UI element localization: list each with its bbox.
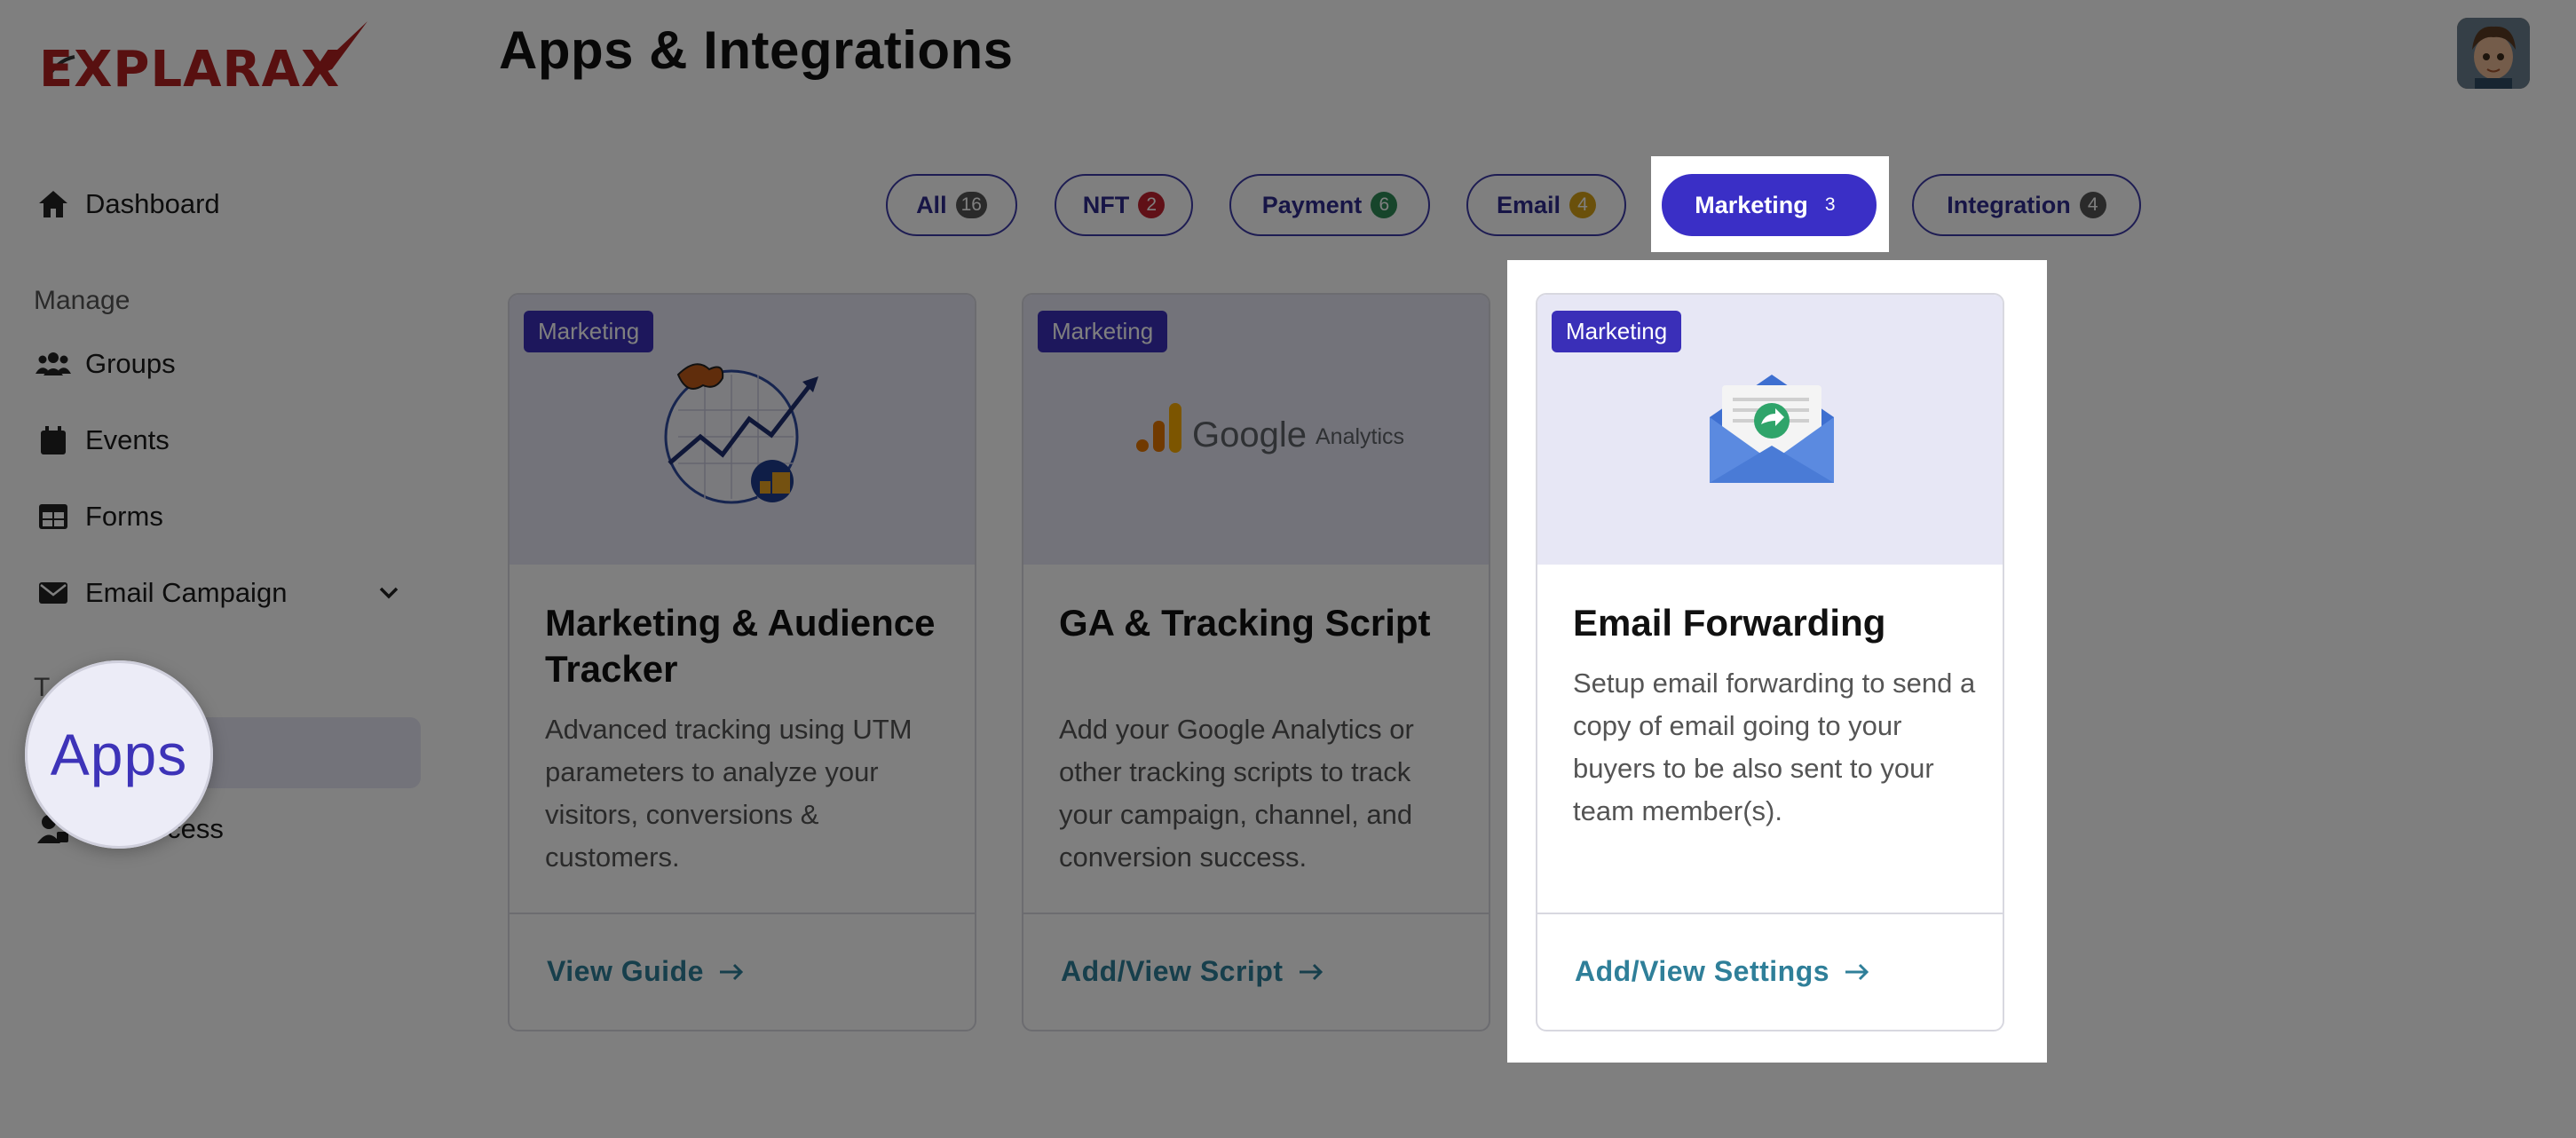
calendar-icon [36,423,71,458]
home-icon [36,186,71,222]
sidebar-item-groups[interactable]: Groups [36,339,176,389]
category-tag: Marketing [1038,311,1168,352]
filter-count-badge: 2 [1138,192,1166,218]
card-title: Marketing & Audience Tracker [545,602,936,690]
view-guide-link[interactable]: View Guide [547,955,745,988]
category-tag: Marketing [1552,311,1682,352]
filter-email[interactable]: Email 4 [1466,174,1626,236]
avatar-image [2457,18,2530,89]
sidebar-item-label: Forms [85,501,163,532]
filter-count-badge: 4 [2079,192,2106,218]
add-view-script-link[interactable]: Add/View Script [1061,955,1324,988]
sidebar-section-manage: Manage [34,286,130,315]
filter-count-badge: 4 [1569,192,1597,218]
filter-all[interactable]: All 16 [886,174,1017,236]
filter-label: Integration [1947,191,2071,218]
sidebar-item-label: Email Campaign [85,577,288,608]
sidebar-item-label: Groups [85,348,176,379]
users-icon [36,346,71,382]
page-title: Apps & Integrations [499,20,1014,80]
filter-label: Payment [1261,191,1363,218]
card-description: Advanced tracking using UTM parameters t… [545,714,913,873]
card-divider [510,913,975,914]
logo-text: EXPLARAX [39,41,341,99]
filter-label: Marketing [1695,191,1808,218]
sidebar-item-apps-magnifier[interactable]: Apps [25,660,213,849]
filter-marketing[interactable]: Marketing 3 [1662,174,1877,236]
card-divider [1023,913,1489,914]
analytics-bars-icon [1136,403,1181,453]
add-view-settings-link[interactable]: Add/View Settings [1575,955,1870,988]
app-card-ga-tracking[interactable]: Google Analytics Marketing GA & Tracking… [1022,293,1490,1031]
magnifier-label: Apps [50,722,188,787]
sidebar-item-email-campaign[interactable]: Email Campaign [36,568,426,618]
filter-count-badge: 3 [1824,194,1836,215]
card-description: Add your Google Analytics or other track… [1059,714,1414,873]
analytics-wordmark: Analytics [1315,424,1405,449]
google-analytics-logo: Google Analytics [1135,403,1404,453]
filter-payment[interactable]: Payment 6 [1229,174,1430,236]
app-card-email-forwarding[interactable]: Marketing Email Forwarding Setup email f… [1536,293,2004,1031]
email-forward-icon [1710,375,1834,483]
filter-label: NFT [1082,191,1130,218]
analytics-chart-icon [664,363,818,504]
sidebar-item-label: Events [85,424,170,455]
filter-count-badge: 16 [955,192,987,218]
sidebar-item-dashboard[interactable]: Dashboard [36,179,220,229]
sidebar-item-forms[interactable]: Forms [36,492,163,541]
arrow-right-icon [1299,963,1323,980]
category-tag: Marketing [524,311,654,352]
filter-count-badge: 6 [1371,192,1398,218]
filter-label: All [916,191,947,218]
filter-integration[interactable]: Integration 4 [1912,174,2141,236]
card-title: GA & Tracking Script [1059,602,1431,644]
app-card-marketing-tracker[interactable]: Marketing Marketing & Audience Tracker A… [508,293,976,1031]
table-icon [36,499,71,534]
arrow-right-icon [719,963,744,980]
arrow-right-icon [1845,963,1869,980]
sidebar-item-label: Dashboard [85,188,220,219]
chevron-down-icon[interactable] [373,577,405,609]
avatar[interactable] [2457,18,2530,89]
google-wordmark: Google [1192,415,1307,454]
card-description: Setup email forwarding to send a copy of… [1573,668,1976,826]
card-title: Email Forwarding [1573,602,1886,644]
card-divider [1537,913,2003,914]
action-label: View Guide [547,955,704,987]
filter-nft[interactable]: NFT 2 [1055,174,1193,236]
filter-label: Email [1496,191,1561,218]
envelope-icon [36,575,71,611]
sidebar-item-events[interactable]: Events [36,415,170,465]
action-label: Add/View Settings [1575,955,1830,987]
action-label: Add/View Script [1061,955,1284,987]
brand-logo[interactable]: EXPLARAX [39,18,376,99]
